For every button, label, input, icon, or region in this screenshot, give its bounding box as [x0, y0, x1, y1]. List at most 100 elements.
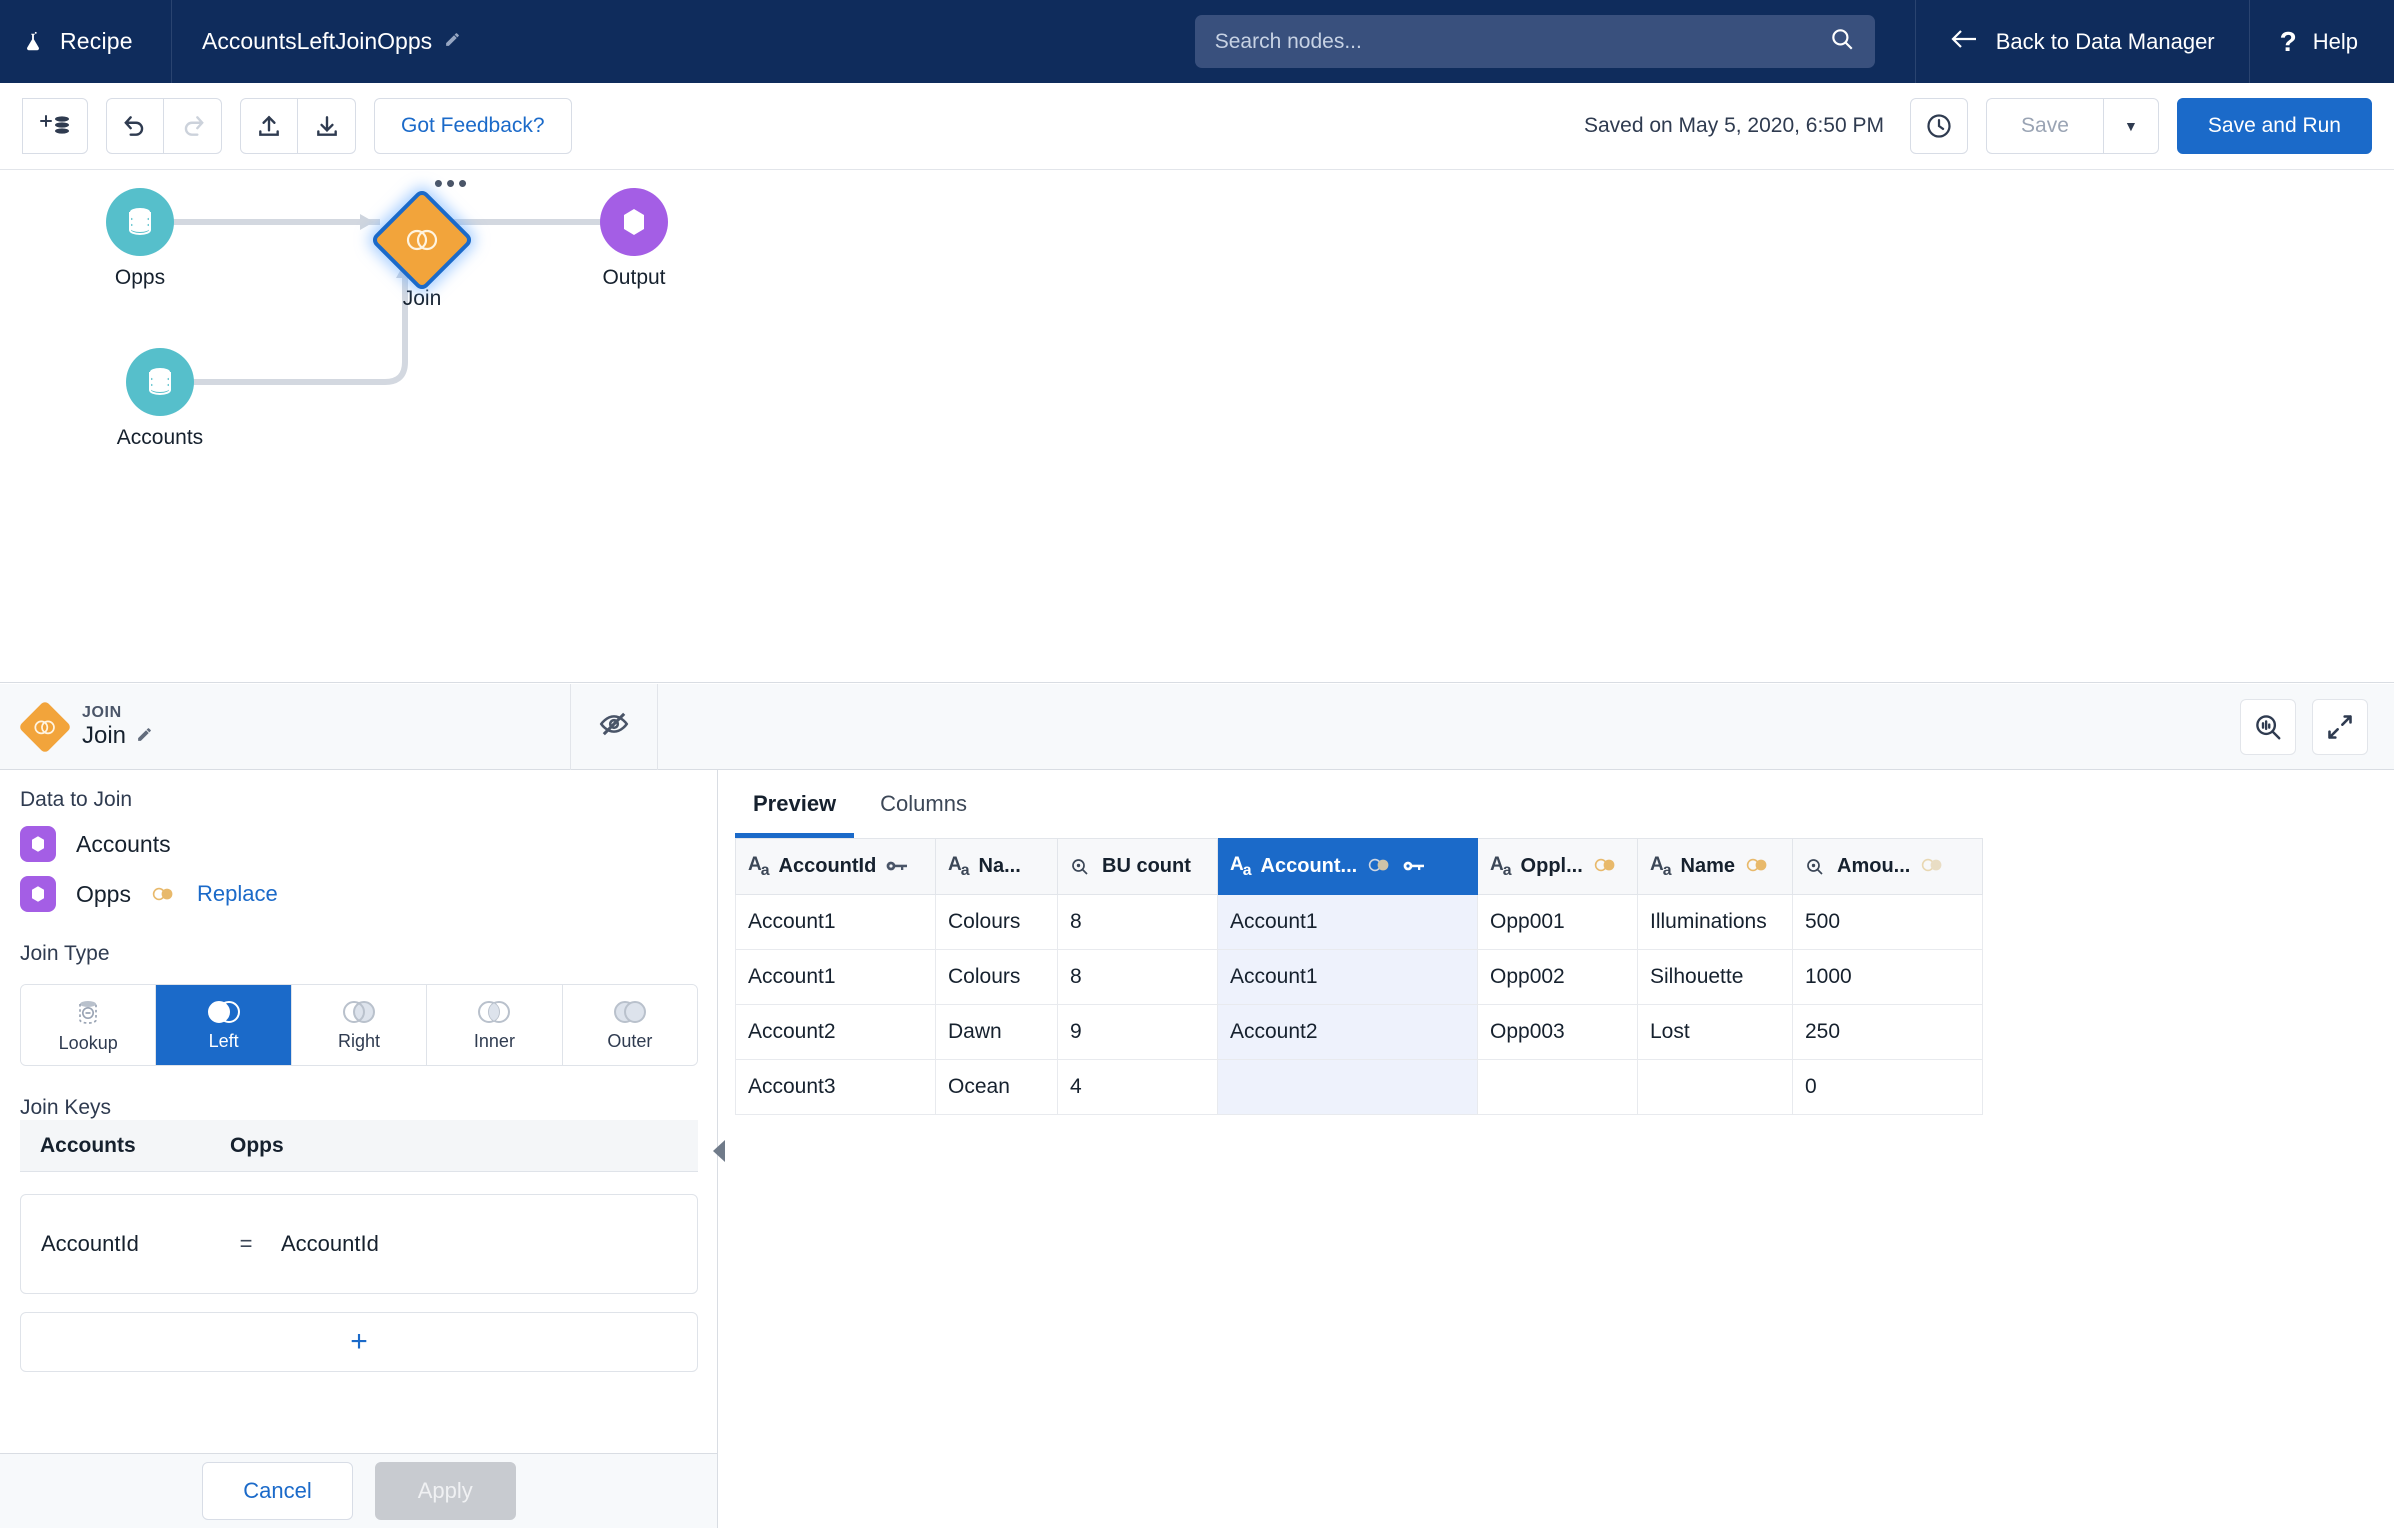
table-row[interactable]: Account1 Colours 8 Account1 Opp002 Silho… — [735, 949, 1983, 1005]
cell: 0 — [1792, 1059, 1983, 1115]
column-header-label: BU count — [1102, 855, 1191, 877]
plus-icon: + — [350, 1325, 368, 1358]
join-key-row[interactable]: AccountId = AccountId — [20, 1194, 698, 1294]
replace-source-link[interactable]: Replace — [197, 881, 278, 907]
cell: Colours — [935, 894, 1058, 950]
feedback-label: Got Feedback? — [401, 114, 545, 137]
add-node-group — [22, 98, 88, 154]
join-keys-label: Join Keys — [20, 1096, 112, 1119]
flask-icon — [22, 29, 44, 55]
node-accounts[interactable]: Accounts — [100, 348, 220, 450]
join-type-selector: Lookup Left Right Inner Outer — [20, 984, 698, 1066]
table-row[interactable]: Account3 Ocean 4 0 — [735, 1059, 1983, 1115]
run-history-button[interactable] — [1910, 98, 1969, 154]
cancel-button[interactable]: Cancel — [202, 1462, 353, 1520]
column-header-accountid[interactable]: Aa AccountId — [735, 838, 936, 895]
help-button[interactable]: ? Help — [2250, 0, 2394, 83]
column-header-amount[interactable]: Amou... — [1792, 838, 1983, 895]
dataset-icon — [126, 348, 194, 416]
column-header-name-truncated[interactable]: Aa Na... — [935, 838, 1058, 895]
joined-column-icon — [1593, 855, 1619, 878]
join-type-lookup[interactable]: Lookup — [21, 985, 157, 1065]
add-data-node-button[interactable] — [22, 98, 88, 154]
save-dropdown-button[interactable]: ▼ — [2102, 98, 2159, 154]
add-join-key-button[interactable]: + — [20, 1312, 698, 1372]
data-to-join-label: Data to Join — [20, 788, 133, 811]
column-header-label: Oppl... — [1520, 854, 1583, 877]
recipe-home-button[interactable]: Recipe — [0, 0, 172, 83]
join-node-icon[interactable] — [369, 187, 475, 293]
cell: 9 — [1057, 1004, 1218, 1060]
text-type-icon: Aa — [1650, 853, 1672, 879]
join-type-inner[interactable]: Inner — [427, 985, 563, 1065]
cell: Account1 — [735, 894, 936, 950]
got-feedback-button[interactable]: Got Feedback? — [374, 98, 572, 154]
join-type-left[interactable]: Left — [156, 985, 292, 1065]
save-and-run-label: Save and Run — [2207, 114, 2341, 137]
column-header-label: AccountId — [778, 854, 877, 877]
join-key-right-field[interactable]: AccountId — [281, 1231, 379, 1257]
search-icon[interactable] — [1829, 26, 1855, 57]
panel-kicker: JOIN — [82, 703, 122, 721]
table-row[interactable]: Account2 Dawn 9 Account2 Opp003 Lost 250 — [735, 1004, 1983, 1060]
redo-button[interactable] — [164, 98, 222, 154]
join-key-left-field[interactable]: AccountId — [21, 1231, 211, 1257]
edit-pencil-icon[interactable] — [444, 31, 461, 53]
config-footer: Cancel Apply — [0, 1453, 717, 1528]
tab-label: Preview — [753, 791, 837, 816]
canvas-connectors — [140, 213, 626, 385]
save-split-button: Save ▼ — [1986, 98, 2159, 154]
cell: Account1 — [1217, 894, 1478, 950]
node-label: Opps — [114, 266, 166, 289]
save-button[interactable]: Save — [1986, 98, 2103, 154]
cancel-label: Cancel — [243, 1478, 312, 1503]
column-header-name[interactable]: Aa Name — [1637, 838, 1793, 895]
data-source-accounts[interactable]: Accounts — [0, 812, 717, 862]
join-keys-header-left: Accounts — [40, 1133, 136, 1157]
undo-button[interactable] — [106, 98, 164, 154]
join-key-operator: = — [239, 1231, 253, 1256]
search-input[interactable] — [1214, 29, 1829, 54]
join-type-label-text: Outer — [607, 1030, 653, 1051]
join-config-body: Data to Join Accounts Opps Replace Join … — [0, 770, 717, 1453]
collapse-panel-handle[interactable] — [713, 1140, 725, 1162]
upload-button[interactable] — [240, 98, 298, 154]
recipe-canvas[interactable]: Opps ••• Join Output Accounts — [0, 170, 2394, 683]
join-type-label-text: Right — [338, 1030, 381, 1051]
tab-preview[interactable]: Preview — [735, 770, 855, 838]
column-header-account-selected[interactable]: Aa Account... — [1217, 838, 1478, 895]
apply-label: Apply — [417, 1478, 473, 1503]
node-label: Join — [402, 287, 442, 310]
cell: Account1 — [735, 949, 936, 1005]
joined-column-icon — [1920, 855, 1946, 878]
join-type-outer[interactable]: Outer — [562, 985, 697, 1065]
column-header-oppl[interactable]: Aa Oppl... — [1477, 838, 1638, 895]
table-row[interactable]: Account1 Colours 8 Account1 Opp001 Illum… — [735, 894, 1983, 950]
import-export-group — [240, 98, 356, 154]
search-box[interactable] — [1194, 15, 1875, 68]
back-to-data-manager-button[interactable]: Back to Data Manager — [1916, 0, 2249, 83]
column-header-label: Amou... — [1837, 855, 1911, 877]
hide-preview-button[interactable] — [570, 683, 658, 770]
edit-pencil-icon[interactable] — [136, 722, 153, 750]
node-opps[interactable]: Opps — [100, 188, 180, 290]
cell: Opp002 — [1477, 949, 1638, 1005]
column-profile-button[interactable] — [2240, 698, 2296, 755]
join-type-label-text: Inner — [473, 1030, 515, 1051]
join-type-right[interactable]: Right — [291, 985, 428, 1065]
key-icon — [886, 855, 908, 878]
save-and-run-button[interactable]: Save and Run — [2176, 98, 2372, 154]
download-button[interactable] — [298, 98, 356, 154]
tab-columns[interactable]: Columns — [862, 770, 985, 838]
text-type-icon: Aa — [948, 853, 970, 879]
cell: Dawn — [935, 1004, 1058, 1060]
data-source-opps[interactable]: Opps Replace — [0, 862, 717, 912]
cell: Account1 — [1217, 949, 1478, 1005]
node-join[interactable]: ••• Join — [362, 170, 482, 311]
recipe-title-group[interactable]: AccountsLeftJoinOpps — [172, 0, 461, 83]
column-header-bu-count[interactable]: BU count — [1057, 838, 1218, 895]
node-output[interactable]: Output — [594, 188, 674, 290]
panel-node-name: Join — [82, 722, 153, 750]
node-overflow-icon[interactable]: ••• — [422, 170, 482, 196]
expand-panel-button[interactable] — [2312, 698, 2368, 755]
